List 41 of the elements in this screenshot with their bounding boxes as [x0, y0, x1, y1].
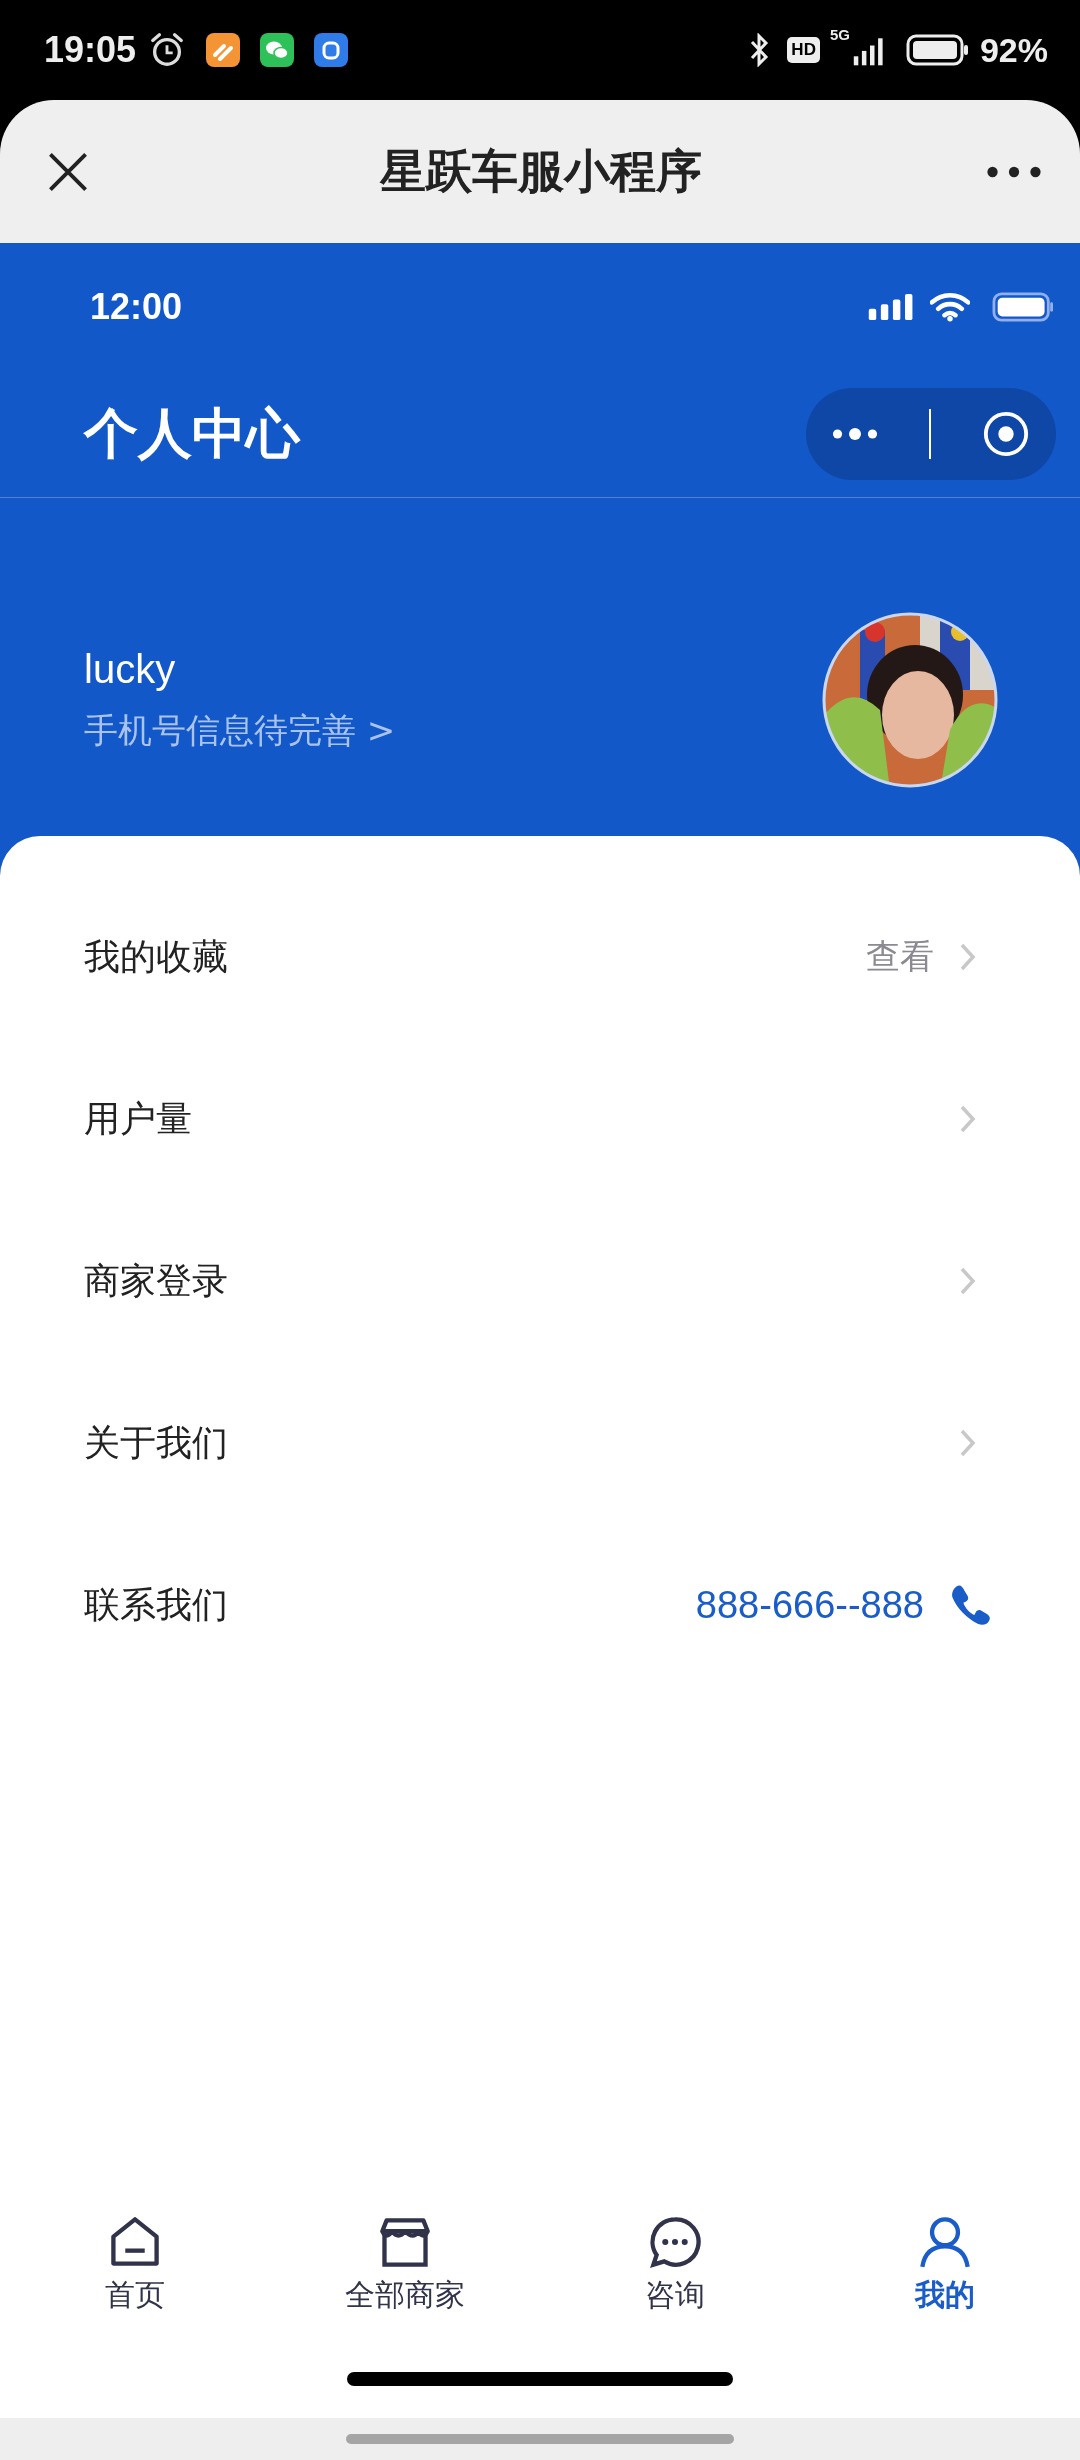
page-title: 个人中心 [84, 400, 302, 467]
menu-item[interactable]: 用户量 [84, 1038, 996, 1200]
more-button[interactable] [831, 427, 878, 441]
battery-icon [905, 34, 970, 66]
person-icon [918, 2214, 972, 2269]
chevron-right-icon [960, 943, 976, 971]
tab[interactable]: 我的 [810, 2214, 1080, 2316]
tab[interactable]: 咨询 [540, 2214, 810, 2316]
tab[interactable]: 首页 [0, 2214, 270, 2316]
hd-badge: HD [787, 37, 820, 63]
wifi-icon [930, 292, 970, 322]
window-title: 星跃车服小程序 [378, 142, 703, 200]
menu-label: 商家登录 [84, 1258, 228, 1303]
battery-percent: 92% [979, 30, 1048, 70]
close-target-button[interactable] [982, 410, 1031, 458]
chat-app-icon [260, 33, 295, 67]
menu-label: 关于我们 [84, 1420, 228, 1465]
menu-label: 联系我们 [84, 1582, 228, 1627]
app-icon [206, 33, 241, 67]
network-label: 5G [829, 26, 850, 43]
status-time: 12:00 [90, 286, 183, 328]
chevron-right-icon [960, 1105, 976, 1133]
menu-item[interactable]: 商家登录 [84, 1200, 996, 1362]
battery-icon [990, 292, 1056, 322]
menu-item[interactable]: 联系我们 888-666--888 [84, 1524, 996, 1686]
menu-label: 用户量 [84, 1096, 192, 1141]
chevron-right-icon [960, 1267, 976, 1295]
phone-info-link[interactable]: 手机号信息待完善 > [84, 707, 396, 754]
user-name: lucky [84, 646, 177, 692]
chevron-right-icon [960, 1429, 976, 1457]
phone-number: 888-666--888 [695, 1583, 924, 1627]
tab[interactable]: 全部商家 [270, 2214, 540, 2316]
view-link-text: 查看 [866, 935, 934, 978]
home-icon [108, 2214, 162, 2269]
menu-label: 我的收藏 [84, 934, 228, 979]
app-icon [314, 33, 349, 67]
chat-bubble-icon [648, 2214, 702, 2269]
menu-item[interactable]: 关于我们 [84, 1362, 996, 1524]
bluetooth-icon [749, 33, 770, 67]
status-time: 19:05 [44, 29, 137, 71]
menu-item[interactable]: 我的收藏 查看 [84, 876, 996, 1038]
